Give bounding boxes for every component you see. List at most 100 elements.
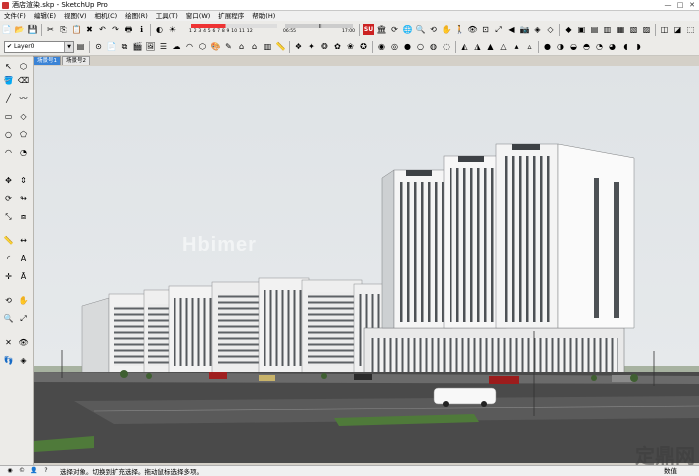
menu-help[interactable]: 帮助(H) [248,11,279,21]
menu-view[interactable]: 视图(V) [60,11,91,21]
components-icon[interactable]: ⬡ [197,41,208,52]
rotated-rectangle-icon[interactable]: ◇ [18,111,29,122]
bottom-view-icon[interactable]: ▨ [641,24,652,35]
undo-icon[interactable]: ↶ [97,24,108,35]
save-icon[interactable]: 💾 [27,24,38,35]
line-icon[interactable]: ╱ [3,93,14,104]
shadow-toggle-icon[interactable]: ☀ [167,24,178,35]
layer-select[interactable]: ✔ Layer0 ▼ [4,40,74,53]
xray-icon[interactable]: ◫ [659,24,670,35]
paint-bucket-icon[interactable]: 🪣 [3,75,14,86]
protractor-icon[interactable]: ◜ [3,253,14,264]
shadow-month-slider[interactable]: 1 2 3 4 5 6 7 8 9 10 11 12 [181,23,279,36]
plugin-e-icon[interactable]: ❀ [345,41,356,52]
sandbox-b-icon[interactable]: ◮ [472,41,483,52]
pan-icon[interactable]: ✋ [441,24,452,35]
walk-tool-icon[interactable]: 👣 [3,355,14,366]
maximize-button[interactable]: □ [675,1,685,9]
user-icon[interactable]: 👤 [30,467,38,475]
previous-view-icon[interactable]: ◀ [506,24,517,35]
solid-tool-c-icon[interactable]: ● [402,41,413,52]
paste-icon[interactable]: 📋 [71,24,82,35]
layers-icon[interactable]: ⧉ [119,41,130,52]
shadow-time-slider[interactable]: 06:55 17:00 [283,23,355,36]
zoom-tool-icon[interactable]: 🔍 [3,313,14,324]
pie-icon[interactable]: ◔ [18,147,29,158]
zoom-extents-icon[interactable]: ⤢ [493,24,504,35]
polygon-icon[interactable]: ⬠ [18,129,29,140]
help-icon[interactable]: ? [42,467,50,475]
plugin-c-icon[interactable]: ❂ [319,41,330,52]
move-icon[interactable]: ✥ [3,175,14,186]
solid-tool-d-icon[interactable]: ○ [415,41,426,52]
section-cut-icon[interactable]: ◇ [545,24,556,35]
push-pull-icon[interactable]: ⇕ [18,175,29,186]
arc-icon[interactable]: ◠ [3,147,14,158]
wireframe-icon[interactable]: ⬚ [685,24,696,35]
open-folder-icon[interactable]: 📂 [14,24,25,35]
erase-icon[interactable]: ✖ [84,24,95,35]
top-view-icon[interactable]: ▣ [576,24,587,35]
solid-tool-b-icon[interactable]: ◎ [389,41,400,52]
dimension-icon[interactable]: ↔ [18,235,29,246]
solid-tool-a-icon[interactable]: ◉ [376,41,387,52]
plugin-f-icon[interactable]: ✪ [358,41,369,52]
print-icon[interactable]: 🖶 [123,24,134,35]
copy-icon[interactable]: ⎘ [58,24,69,35]
outliner-icon[interactable]: ☰ [158,41,169,52]
zoom-extents-tool-icon[interactable]: ⤢ [18,313,29,324]
back-view-icon[interactable]: ▦ [615,24,626,35]
select-icon[interactable]: ↖ [3,61,14,72]
sandbox-c-icon[interactable]: ▲ [485,41,496,52]
styles-icon[interactable]: ✎ [223,41,234,52]
home-icon[interactable]: ⌂ [236,41,247,52]
plugin-d-icon[interactable]: ✿ [332,41,343,52]
follow-me-icon[interactable]: ↬ [18,193,29,204]
menu-file[interactable]: 文件(F) [0,11,30,21]
plugin-b-icon[interactable]: ✦ [306,41,317,52]
close-button[interactable]: ✕ [687,1,697,9]
look-around-tool-icon[interactable]: 👁 [18,337,29,348]
orbit-tool-icon[interactable]: ⟲ [3,295,14,306]
sandbox-e-icon[interactable]: ▴ [511,41,522,52]
layer-manager-icon[interactable]: ▤ [75,41,86,52]
left-view-icon[interactable]: ▧ [628,24,639,35]
section-plane-icon[interactable]: ◈ [532,24,543,35]
model-info-icon[interactable]: ℹ [136,24,147,35]
axes-icon[interactable]: ✛ [3,271,14,282]
redo-icon[interactable]: ↷ [110,24,121,35]
minimize-button[interactable]: — [663,1,673,9]
offset-icon[interactable]: ⧈ [18,211,29,222]
tab-scene-1[interactable]: 场景号1 [33,56,61,65]
make-component-icon[interactable]: ⬡ [18,61,29,72]
sandbox-a-icon[interactable]: ◭ [459,41,470,52]
menu-extensions[interactable]: 扩展程序 [214,11,248,21]
house-icon[interactable]: ⌂ [249,41,260,52]
warehouse-icon[interactable]: 🏛 [376,24,387,35]
shadow-settings-icon[interactable]: ◐ [154,24,165,35]
render-a-icon[interactable]: ● [542,41,553,52]
materials-icon[interactable]: 🎨 [210,41,221,52]
position-camera-tool-icon[interactable]: ✕ [3,337,14,348]
rotate-icon[interactable]: ⟳ [389,24,400,35]
render-g-icon[interactable]: ◖ [620,41,631,52]
position-camera-icon[interactable]: 📷 [519,24,530,35]
walk-icon[interactable]: 🚶 [454,24,465,35]
chevron-down-icon[interactable]: ▼ [64,41,73,52]
circle-icon[interactable]: ○ [3,129,14,140]
render-b-icon[interactable]: ◑ [555,41,566,52]
orbit-icon[interactable]: ⟲ [428,24,439,35]
model-viewport[interactable]: Hbimer [34,66,699,463]
camera-tool-icon[interactable]: ⊙ [93,41,104,52]
render-d-icon[interactable]: ◓ [581,41,592,52]
text-icon[interactable]: A [18,253,29,264]
solid-tool-e-icon[interactable]: ◍ [428,41,439,52]
section-plane-tool-icon[interactable]: ◈ [18,355,29,366]
soften-edges-icon[interactable]: ◠ [184,41,195,52]
match-photo-icon[interactable]: 🖼 [145,41,156,52]
chart-icon[interactable]: ▥ [262,41,273,52]
zoom-icon[interactable]: 🔍 [415,24,426,35]
solid-tool-f-icon[interactable]: ◌ [441,41,452,52]
geo-location-icon[interactable]: ◉ [6,467,14,475]
tab-scene-2[interactable]: 场景号2 [62,56,90,65]
